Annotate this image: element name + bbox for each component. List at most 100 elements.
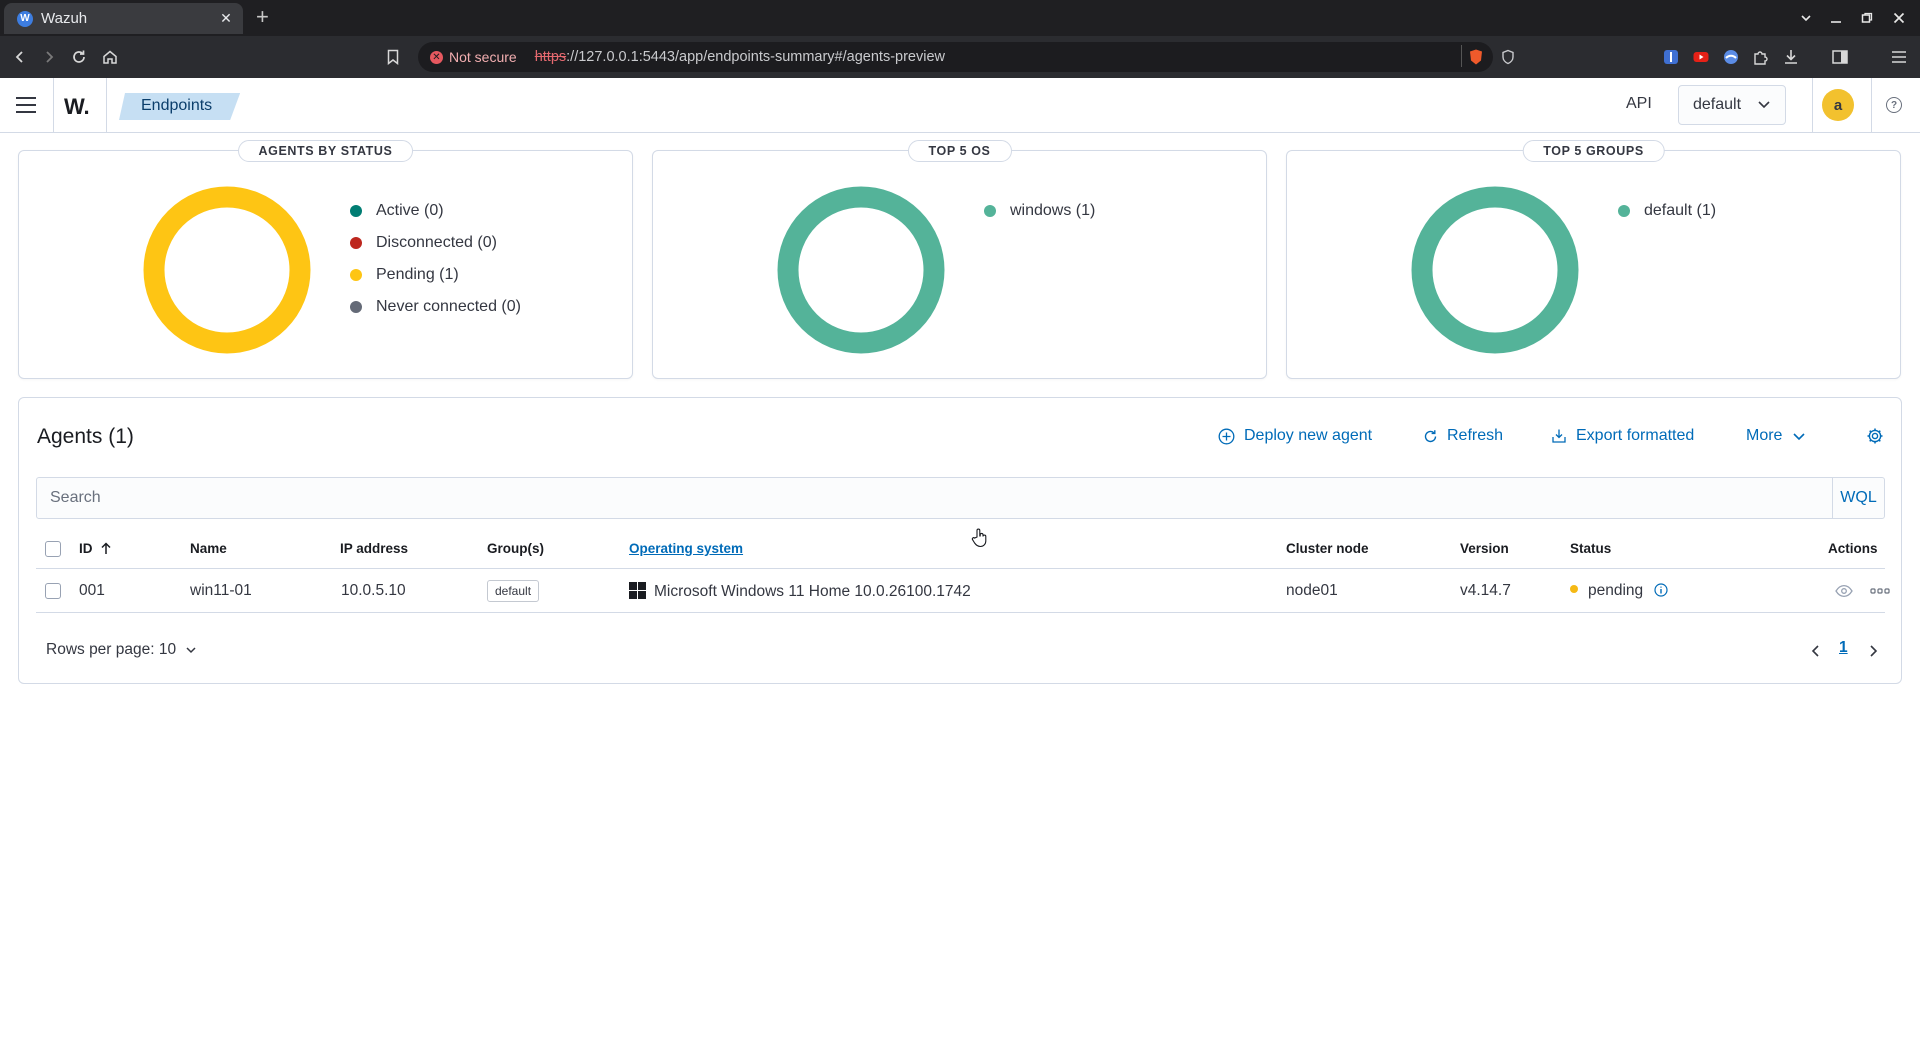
panel-agents-by-status: AGENTS BY STATUS Active (0) Disconnected… [18, 140, 633, 379]
agents-title: Agents (1) [37, 425, 134, 448]
more-actions-icon[interactable] [1870, 588, 1890, 594]
deploy-label: Deploy new agent [1244, 427, 1373, 444]
donut-slice-default[interactable] [1411, 186, 1579, 354]
downloads-icon[interactable] [1782, 48, 1800, 66]
column-header-ip[interactable]: IP address [340, 541, 408, 556]
windows-logo-icon [629, 582, 646, 599]
search-bar: WQL [36, 477, 1885, 519]
column-header-id[interactable]: ID [79, 541, 112, 556]
select-all-checkbox[interactable] [45, 541, 61, 557]
wql-toggle-button[interactable]: WQL [1832, 478, 1884, 518]
app-header: W. Endpoints API default a ? [0, 78, 1920, 133]
panel-title: AGENTS BY STATUS [237, 140, 414, 162]
wazuh-favicon-icon: W [17, 10, 33, 27]
more-button[interactable]: More [1746, 427, 1806, 445]
legend-label: Pending (1) [376, 266, 459, 283]
new-tab-icon[interactable]: + [256, 5, 269, 29]
forward-icon[interactable] [37, 45, 61, 69]
help-icon[interactable]: ? [1886, 97, 1902, 113]
page-button-1[interactable]: 1 [1839, 639, 1848, 657]
home-icon[interactable] [98, 45, 122, 69]
status-donut-chart[interactable] [143, 186, 311, 354]
legend-item-pending[interactable]: Pending (1) [350, 259, 521, 291]
view-eye-icon[interactable] [1835, 584, 1853, 598]
restore-icon[interactable] [1861, 12, 1873, 24]
tab-title: Wazuh [41, 10, 88, 27]
deploy-new-agent-button[interactable]: Deploy new agent [1218, 427, 1372, 445]
more-label: More [1746, 427, 1783, 444]
back-icon[interactable] [8, 45, 32, 69]
os-donut-chart[interactable] [777, 186, 945, 354]
next-page-icon[interactable] [1867, 644, 1879, 658]
browser-tab[interactable]: W Wazuh ✕ [4, 3, 243, 34]
panel-top-5-groups: TOP 5 GROUPS default (1) [1286, 140, 1901, 379]
donut-slice-windows[interactable] [777, 186, 945, 354]
group-badge[interactable]: default [487, 580, 540, 602]
close-tab-icon[interactable]: ✕ [217, 10, 235, 27]
wazuh-logo[interactable]: W. [64, 94, 90, 120]
column-header-os[interactable]: Operating system [629, 541, 743, 556]
api-selected-value: default [1693, 96, 1742, 113]
row-checkbox[interactable] [45, 583, 61, 599]
privacy-extension-icon[interactable] [1722, 48, 1740, 66]
bookmark-icon[interactable] [381, 45, 405, 69]
api-select[interactable]: default [1678, 85, 1786, 125]
windows-dot-icon [984, 205, 996, 217]
legend-label: Active (0) [376, 202, 444, 219]
column-header-version[interactable]: Version [1460, 541, 1509, 556]
breadcrumb-endpoints[interactable]: Endpoints [119, 93, 240, 120]
user-avatar[interactable]: a [1822, 89, 1854, 121]
cell-os: Microsoft Windows 11 Home 10.0.26100.174… [629, 582, 971, 601]
donut-slice-pending[interactable] [143, 186, 311, 354]
youtube-extension-icon[interactable] [1692, 48, 1710, 66]
never-connected-dot-icon [350, 301, 362, 313]
column-header-groups[interactable]: Group(s) [487, 541, 544, 556]
minimize-icon[interactable] [1830, 12, 1842, 24]
rows-per-page-select[interactable]: Rows per page: 10 [46, 641, 197, 659]
legend-label: Disconnected (0) [376, 234, 497, 251]
menu-icon[interactable] [16, 97, 36, 113]
address-bar[interactable]: ✕ Not secure https://127.0.0.1:5443/app/… [418, 42, 1514, 72]
legend-item-disconnected[interactable]: Disconnected (0) [350, 227, 521, 259]
column-header-name[interactable]: Name [190, 541, 227, 556]
info-icon[interactable] [1654, 583, 1669, 597]
export-formatted-button[interactable]: Export formatted [1551, 427, 1694, 445]
extensions-puzzle-icon[interactable] [1752, 48, 1770, 66]
groups-donut-chart[interactable] [1411, 186, 1579, 354]
legend-item-never-connected[interactable]: Never connected (0) [350, 291, 521, 323]
cell-name: win11-01 [190, 582, 252, 599]
security-indicator[interactable]: ✕ Not secure [430, 49, 517, 65]
column-header-cluster-node[interactable]: Cluster node [1286, 541, 1369, 556]
previous-page-icon[interactable] [1810, 644, 1822, 658]
os-label: Microsoft Windows 11 Home 10.0.26100.174… [654, 583, 971, 600]
legend-item-windows[interactable]: windows (1) [984, 195, 1095, 227]
refresh-label: Refresh [1447, 427, 1504, 444]
cell-id: 001 [79, 582, 105, 599]
legend-label: windows (1) [1010, 202, 1096, 219]
column-header-status[interactable]: Status [1570, 541, 1611, 556]
tab-list-chevron-icon[interactable] [1800, 12, 1812, 24]
legend-label: Never connected (0) [376, 298, 521, 315]
shield-icon[interactable] [1501, 49, 1515, 65]
header-divider [1812, 78, 1813, 132]
panel-title: TOP 5 GROUPS [1522, 140, 1665, 162]
column-label: ID [79, 541, 93, 556]
brave-lion-icon[interactable] [1467, 48, 1485, 66]
table-row[interactable]: 001 win11-01 10.0.5.10 default Microsoft… [36, 569, 1890, 613]
legend-item-active[interactable]: Active (0) [350, 195, 521, 227]
sidebar-toggle-icon[interactable] [1831, 48, 1849, 66]
browser-menu-icon[interactable] [1890, 48, 1908, 66]
reload-icon[interactable] [67, 45, 91, 69]
close-window-icon[interactable] [1893, 12, 1905, 24]
search-input[interactable] [37, 478, 1831, 518]
export-label: Export formatted [1576, 427, 1695, 444]
legend-item-default[interactable]: default (1) [1618, 195, 1716, 227]
url-text[interactable]: https://127.0.0.1:5443/app/endpoints-sum… [535, 49, 945, 65]
rows-per-page-label: Rows per page: 10 [46, 641, 177, 658]
bitwarden-extension-icon[interactable] [1662, 48, 1680, 66]
gear-icon[interactable] [1866, 427, 1884, 445]
cell-ip: 10.0.5.10 [341, 582, 406, 599]
refresh-button[interactable]: Refresh [1423, 427, 1503, 445]
default-dot-icon [1618, 205, 1630, 217]
not-secure-icon: ✕ [430, 50, 443, 64]
